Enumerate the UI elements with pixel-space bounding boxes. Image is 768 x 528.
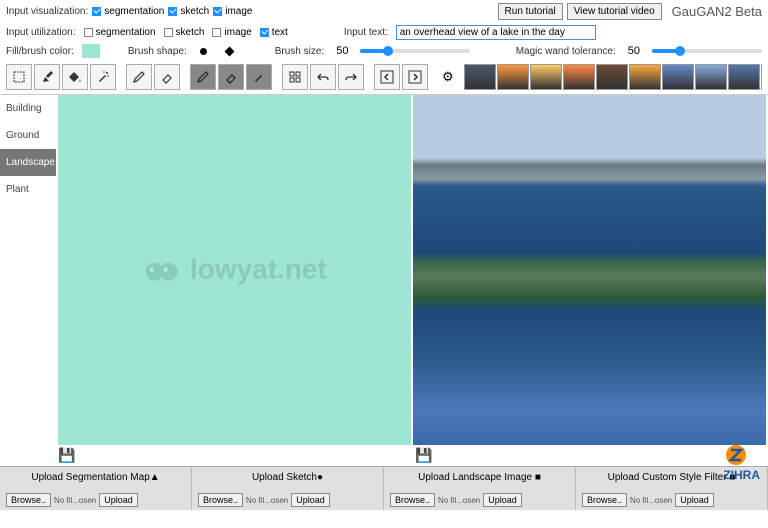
tool-eraser[interactable] <box>154 64 180 90</box>
brush-shape-circle[interactable] <box>197 46 211 56</box>
util-image-label: image <box>224 27 251 38</box>
util-sketch-label: sketch <box>176 27 205 38</box>
upload-panel-0: Upload Segmentation Map▲ Browse.. No fil… <box>0 467 192 510</box>
zihra-logo: ZIHRA <box>723 442 760 482</box>
fill-color-swatch[interactable] <box>82 44 100 58</box>
tool-pencil-alt[interactable] <box>190 64 216 90</box>
util-image-checkbox[interactable]: image <box>212 27 251 38</box>
save-segmentation-icon[interactable]: 💾 <box>58 447 75 463</box>
style-thumb-8[interactable] <box>728 64 760 90</box>
browse-button-1[interactable]: Browse.. <box>198 493 243 507</box>
sidebar-item-landscape[interactable]: Landscape <box>0 149 56 176</box>
brush-shape-label: Brush shape: <box>128 46 187 57</box>
input-text-label: Input text: <box>344 27 388 38</box>
toolbar: ⚙ <box>0 60 768 95</box>
tool-eraser-alt[interactable] <box>218 64 244 90</box>
viz-sketch-label: sketch <box>180 6 209 17</box>
util-text-checkbox[interactable]: text <box>260 27 288 38</box>
style-thumb-6[interactable] <box>662 64 694 90</box>
file-status-1: No fil...osen <box>246 496 288 505</box>
browse-button-2[interactable]: Browse.. <box>390 493 435 507</box>
upload-button-1[interactable]: Upload <box>291 493 330 507</box>
viz-segmentation-label: segmentation <box>104 6 164 17</box>
watermark: lowyat.net <box>142 254 327 287</box>
style-thumb-2[interactable] <box>530 64 562 90</box>
style-thumb-5[interactable] <box>629 64 661 90</box>
tool-pencil[interactable] <box>126 64 152 90</box>
tool-fill[interactable] <box>62 64 88 90</box>
sidebar-item-plant[interactable]: Plant <box>0 176 56 203</box>
input-viz-label: Input visualization: <box>6 6 88 17</box>
tool-grid[interactable] <box>282 64 308 90</box>
upload-title-1: Upload Sketch● <box>198 470 377 485</box>
util-segmentation-checkbox[interactable]: segmentation <box>84 27 156 38</box>
upload-panel-1: Upload Sketch● Browse.. No fil...osen Up… <box>192 467 384 510</box>
style-thumb-3[interactable] <box>563 64 595 90</box>
viz-image-label: image <box>225 6 252 17</box>
file-status-3: No fil...osen <box>630 496 672 505</box>
viz-sketch-checkbox[interactable]: sketch <box>168 6 209 17</box>
tool-next[interactable] <box>402 64 428 90</box>
browse-button-0[interactable]: Browse.. <box>6 493 51 507</box>
upload-title-0: Upload Segmentation Map▲ <box>6 470 185 485</box>
upload-panel-2: Upload Landscape Image ■ Browse.. No fil… <box>384 467 576 510</box>
util-sketch-checkbox[interactable]: sketch <box>164 27 205 38</box>
style-thumb-9[interactable] <box>761 64 762 90</box>
brush-size-slider[interactable] <box>360 49 470 53</box>
wand-tolerance-value: 50 <box>628 45 640 57</box>
brush-shape-diamond[interactable] <box>223 46 237 56</box>
save-output-icon[interactable]: 💾 <box>415 447 432 463</box>
style-thumb-4[interactable] <box>596 64 628 90</box>
file-status-2: No fil...osen <box>438 496 480 505</box>
upload-footer: Upload Segmentation Map▲ Browse.. No fil… <box>0 466 768 510</box>
util-text-label: text <box>272 27 288 38</box>
settings-icon[interactable]: ⚙ <box>442 69 454 85</box>
brush-size-value: 50 <box>336 45 348 57</box>
sidebar-item-ground[interactable]: Ground <box>0 122 56 149</box>
upload-button-3[interactable]: Upload <box>675 493 714 507</box>
brush-size-label: Brush size: <box>275 46 324 57</box>
util-segmentation-label: segmentation <box>96 27 156 38</box>
tool-wand-alt[interactable] <box>246 64 272 90</box>
style-thumb-1[interactable] <box>497 64 529 90</box>
style-thumb-0[interactable] <box>464 64 496 90</box>
viz-segmentation-checkbox[interactable]: segmentation <box>92 6 164 17</box>
style-thumb-7[interactable] <box>695 64 727 90</box>
tool-brush[interactable] <box>34 64 60 90</box>
category-sidebar: BuildingGroundLandscapePlant <box>0 95 56 445</box>
app-title: GauGAN2 Beta <box>672 4 762 19</box>
input-util-label: Input utilization: <box>6 27 76 38</box>
view-tutorial-video-button[interactable]: View tutorial video <box>567 3 662 20</box>
input-text-field[interactable] <box>396 25 596 40</box>
tool-redo[interactable] <box>338 64 364 90</box>
fill-color-label: Fill/brush color: <box>6 46 74 57</box>
wand-tolerance-slider[interactable] <box>652 49 762 53</box>
upload-button-2[interactable]: Upload <box>483 493 522 507</box>
upload-button-0[interactable]: Upload <box>99 493 138 507</box>
tool-wand[interactable] <box>90 64 116 90</box>
segmentation-canvas[interactable]: lowyat.net <box>58 95 411 445</box>
run-tutorial-button[interactable]: Run tutorial <box>498 3 563 20</box>
tool-select[interactable] <box>6 64 32 90</box>
output-canvas[interactable] <box>413 95 766 445</box>
style-thumbnails <box>464 64 762 90</box>
viz-image-checkbox[interactable]: image <box>213 6 252 17</box>
upload-title-2: Upload Landscape Image ■ <box>390 470 569 485</box>
file-status-0: No fil...osen <box>54 496 96 505</box>
browse-button-3[interactable]: Browse.. <box>582 493 627 507</box>
sidebar-item-building[interactable]: Building <box>0 95 56 122</box>
tool-prev[interactable] <box>374 64 400 90</box>
tool-undo[interactable] <box>310 64 336 90</box>
wand-tolerance-label: Magic wand tolerance: <box>516 46 616 57</box>
